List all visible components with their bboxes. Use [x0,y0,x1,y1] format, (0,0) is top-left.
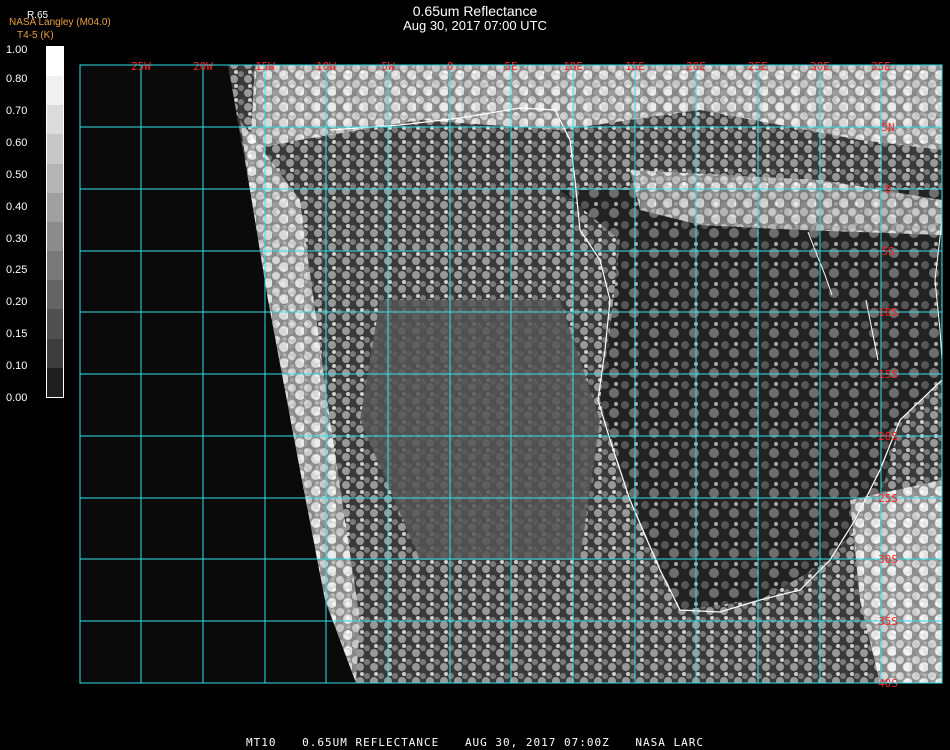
product-datetime: Aug 30, 2017 07:00 UTC [403,18,547,33]
longitude-label: 25W [131,60,151,73]
latitude-label: 30S [878,553,898,566]
colorbar-label: 0.50 [6,169,28,181]
colorbar-segment [47,367,63,397]
colorbar-segment [47,221,63,252]
longitude-label: 0 [447,60,454,73]
footer-satellite: MT10 [245,736,277,749]
colorbar-segment [47,47,63,77]
colorbar-segment [47,280,63,310]
colorbar-label: 0.60 [6,137,28,149]
colorbar-segment [47,338,63,368]
colorbar-label: 0.10 [6,360,28,372]
longitude-label: 10W [316,60,336,73]
colorbar-segment [47,76,63,106]
colorbar-label: 0.70 [6,105,28,117]
colorbar-label: 0.30 [6,233,28,245]
latitude-label: 10S [878,306,898,319]
source-agency: NASA Langley (M04.0) [9,17,111,28]
colorbar-segment [47,134,63,164]
colorbar-segment [47,192,63,222]
colorbar-label: 0.80 [6,73,28,85]
latitude-label: 5N [881,121,894,134]
colorbar-label: 0.15 [6,328,28,340]
satellite-map: 25W 20W 15W 10W 5W 0 5E 10E 15E 20E 25E 30E 35E 5N 0 5… [79,60,943,690]
longitude-label: 15W [255,60,275,73]
longitude-label: 25E [748,60,768,73]
longitude-label: 5E [504,60,517,73]
longitude-label: 5W [381,60,395,73]
colorbar-segment [47,309,63,339]
colorbar-label: 0.25 [6,264,28,276]
longitude-label: 20E [686,60,706,73]
source-channel: T4-5 (K) [17,30,54,41]
colorbar-label: 0.20 [6,296,28,308]
longitude-label: 10E [563,60,583,73]
longitude-label: 30E [810,60,830,73]
footer-caption: MT10 0.65UM REFLECTANCE AUG 30, 2017 07:… [0,736,950,749]
colorbar-label: 0.40 [6,201,28,213]
colorbar-segment [47,163,63,193]
latitude-label: 35S [878,615,898,628]
colorbar-label: 0.00 [6,392,28,404]
colorbar-label: 1.00 [6,44,28,56]
longitude-label: 15E [625,60,645,73]
footer-producer: NASA LARC [635,736,705,749]
colorbar-segment [47,105,63,135]
longitude-label: 35E [871,60,891,73]
colorbar-segment [47,251,63,281]
colorbar [46,46,64,398]
longitude-label: 20W [193,60,213,73]
footer-product: 0.65UM REFLECTANCE [302,736,440,749]
footer-date: AUG 30, 2017 07:00Z [464,736,610,749]
latitude-label: 5S [881,245,894,258]
latitude-label: 0 [885,183,892,196]
product-title: 0.65um Reflectance [412,3,538,19]
latitude-label: 20S [878,430,898,443]
latitude-label: 15S [878,368,898,381]
latitude-label: 25S [878,492,898,505]
